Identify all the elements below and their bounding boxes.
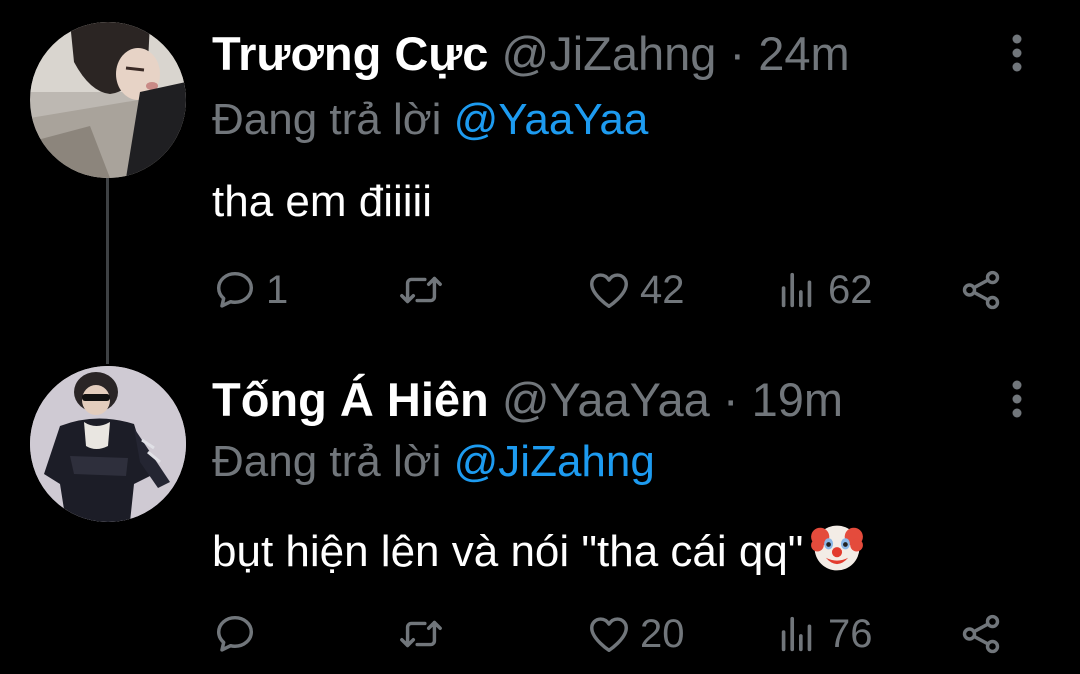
share-icon (962, 614, 1000, 654)
views-icon (781, 616, 812, 652)
mention-link[interactable]: @YaaYaa (454, 95, 649, 144)
share-button[interactable] (958, 606, 1004, 662)
like-count: 42 (640, 267, 685, 312)
replying-to: Đang trả lời @YaaYaa (212, 94, 648, 146)
retweet-button[interactable] (398, 606, 452, 662)
tweet-text: tha em điiiii (212, 177, 433, 226)
views-count: 76 (828, 611, 873, 656)
more-vertical-icon (1012, 34, 1022, 72)
separator-dot: · (729, 27, 746, 80)
user-handle[interactable]: @YaaYaa (502, 373, 710, 426)
tweet-actions: 1 42 62 (212, 262, 1012, 318)
views-button[interactable]: 62 (774, 262, 873, 318)
reply-prefix: Đang trả lời (212, 95, 442, 144)
like-count: 20 (640, 611, 685, 656)
views-count: 62 (828, 267, 873, 312)
views-button[interactable]: 76 (774, 606, 873, 662)
reply-prefix: Đang trả lời (212, 437, 442, 486)
avatar[interactable] (30, 22, 186, 178)
heart-icon (590, 617, 628, 653)
like-button[interactable]: 42 (586, 262, 685, 318)
avatar-photo (30, 22, 186, 178)
retweet-button[interactable] (398, 262, 452, 318)
display-name[interactable]: Tống Á Hiên (212, 373, 489, 426)
more-options-button[interactable] (1000, 30, 1034, 76)
views-icon (781, 272, 812, 308)
reply-button[interactable]: 1 (212, 262, 288, 318)
more-options-button[interactable] (1000, 376, 1034, 422)
retweet-icon (400, 276, 442, 304)
clown-face-emoji (811, 525, 864, 571)
more-vertical-icon (1012, 380, 1022, 418)
heart-icon (590, 273, 628, 309)
like-button[interactable]: 20 (586, 606, 685, 662)
tweet-text: bụt hiện lên và nói "tha cái qq" (212, 520, 865, 578)
tweet-time[interactable]: 24m (758, 27, 849, 80)
tweet-header: Trương Cực @JiZahng · 24m (212, 26, 850, 82)
display-name[interactable]: Trương Cực (212, 27, 488, 80)
share-button[interactable] (958, 262, 1004, 318)
user-handle[interactable]: @JiZahng (502, 27, 717, 80)
retweet-icon (400, 620, 442, 648)
avatar[interactable] (30, 366, 186, 522)
separator-dot: · (722, 373, 739, 426)
replying-to: Đang trả lời @JiZahng (212, 436, 655, 488)
thread-connector-line (106, 178, 109, 364)
tweet-text-content: bụt hiện lên và nói "tha cái qq" (212, 527, 804, 576)
tweet-actions: 20 76 (212, 606, 1012, 662)
mention-link[interactable]: @JiZahng (454, 437, 655, 486)
share-icon (962, 270, 1000, 310)
tweet-time[interactable]: 19m (752, 373, 843, 426)
reply-icon (216, 615, 254, 652)
reply-icon (216, 271, 254, 308)
reply-count: 1 (266, 267, 289, 312)
avatar-photo (30, 366, 186, 522)
tweet-header: Tống Á Hiên @YaaYaa · 19m (212, 372, 843, 428)
reply-button[interactable] (212, 606, 266, 662)
